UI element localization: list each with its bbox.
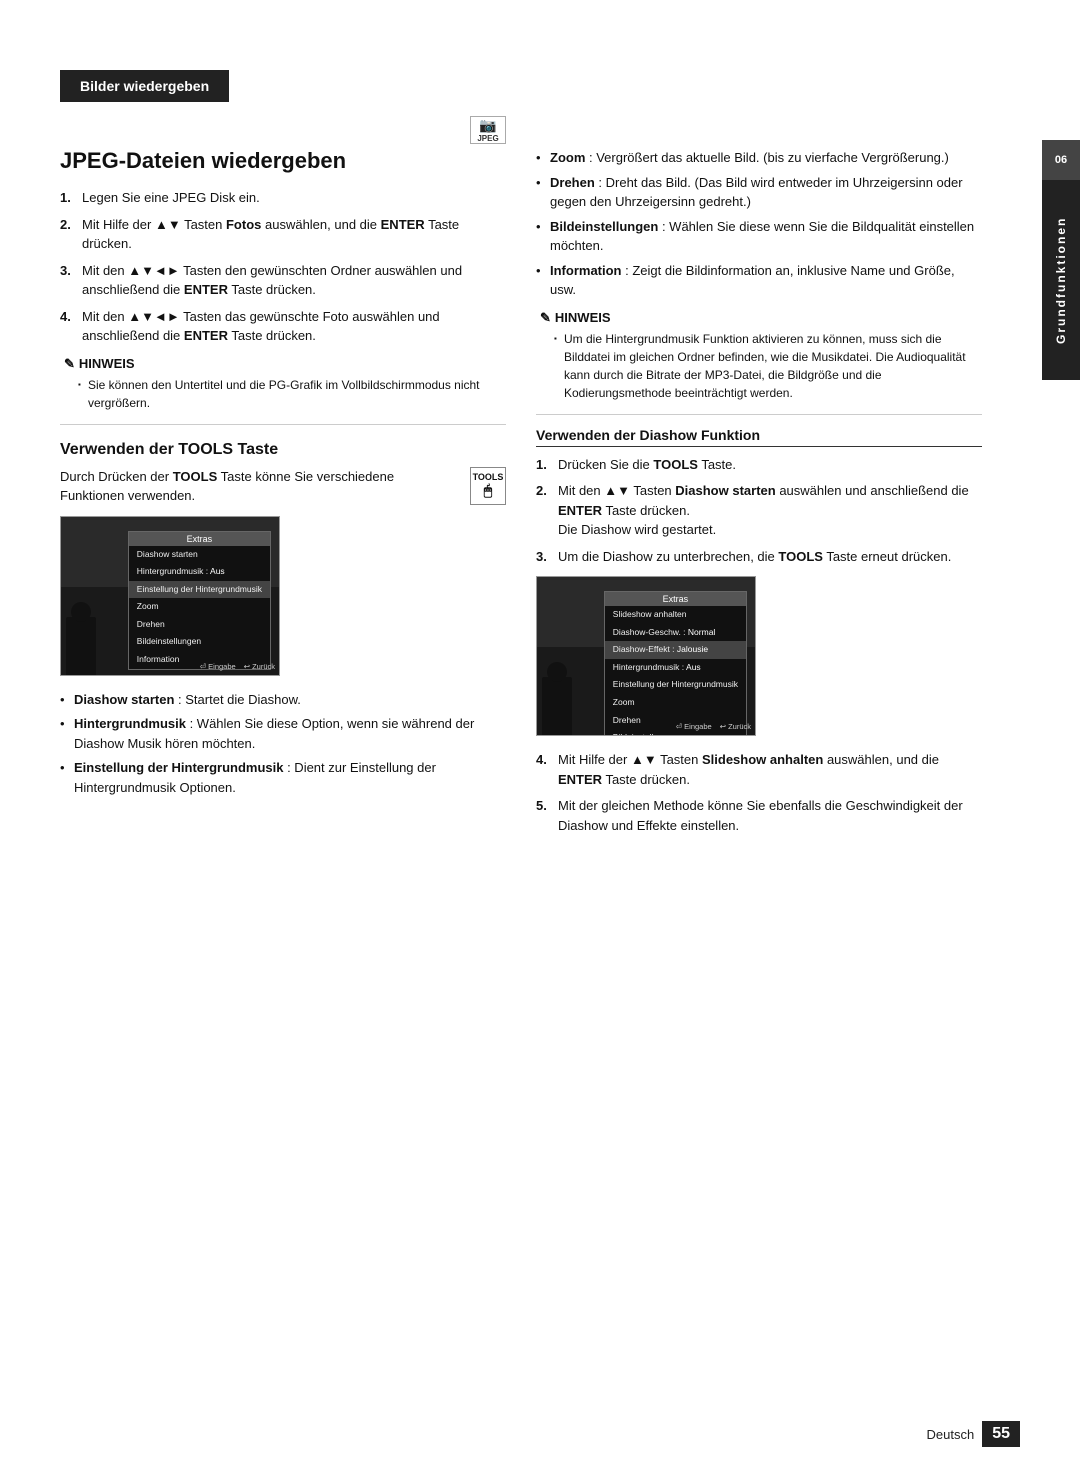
- page-footer: Deutsch 55: [927, 1421, 1021, 1447]
- footer-language: Deutsch: [927, 1427, 975, 1442]
- bullet-einstellung: Einstellung der Hintergrundmusik : Dient…: [60, 758, 506, 797]
- menu-item-diashow-effekt: Diashow-Effekt : Jalousie: [605, 641, 746, 659]
- step-3: 3. Mit den ▲▼◄► Tasten den gewünschten O…: [60, 261, 506, 300]
- menu-item-hintergrund-r: Hintergrundmusik : Aus: [605, 659, 746, 677]
- screenshot-footer-left: ⏎ Eingabe ↩ Zurück: [200, 662, 275, 671]
- step-1: 1. Legen Sie eine JPEG Disk ein.: [60, 188, 506, 208]
- hinweis-box-1: HINWEIS Sie können den Untertitel und di…: [60, 356, 506, 412]
- left-column: Bilder wiedergeben 📷 JPEG JPEG-Dateien w…: [60, 70, 506, 845]
- hinweis-content-right: Um die Hintergrundmusik Funktion aktivie…: [540, 330, 982, 402]
- jpeg-icon: 📷 JPEG: [470, 116, 506, 144]
- section4-steps: 1. Drücken Sie die TOOLS Taste. 2. Mit d…: [536, 455, 982, 567]
- menu-item-drehen: Drehen: [129, 616, 270, 634]
- section2-title: Verwenden der TOOLS Taste: [60, 441, 506, 459]
- bullet-drehen: Drehen : Dreht das Bild. (Das Bild wird …: [536, 173, 982, 212]
- section1-steps: 1. Legen Sie eine JPEG Disk ein. 2. Mit …: [60, 188, 506, 346]
- bullet-hintergrund: Hintergrundmusik : Wählen Sie diese Opti…: [60, 714, 506, 753]
- diashow-step-4: 4. Mit Hilfe der ▲▼ Tasten Slideshow anh…: [536, 750, 982, 789]
- menu-title-left: Extras: [129, 532, 270, 546]
- menu-item-einstellung: Einstellung der Hintergrundmusik: [129, 581, 270, 599]
- section4-title: Verwenden der Diashow Funktion: [536, 427, 982, 447]
- hinweis-item-right-1: Um die Hintergrundmusik Funktion aktivie…: [554, 330, 982, 402]
- hinweis-content-1: Sie können den Untertitel und die PG-Gra…: [64, 376, 506, 412]
- bullet-zoom: Zoom : Vergrößert das aktuelle Bild. (bi…: [536, 148, 982, 168]
- chapter-number: 06: [1042, 140, 1080, 180]
- menu-item-bildeinstellungen: Bildeinstellungen: [129, 633, 270, 651]
- screenshot-image-left: Extras Diashow starten Hintergrundmusik …: [60, 516, 280, 676]
- hinweis-box-right: HINWEIS Um die Hintergrundmusik Funktion…: [536, 310, 982, 402]
- hinweis-title-1: HINWEIS: [64, 356, 506, 372]
- chapter-title: Grundfunktionen: [1054, 216, 1068, 343]
- screenshot-footer-right: ⏎ Eingabe ↩ Zurück: [676, 722, 751, 731]
- diashow-step-1: 1. Drücken Sie die TOOLS Taste.: [536, 455, 982, 475]
- menu-item-zoom: Zoom: [129, 598, 270, 616]
- right-column: Zoom : Vergrößert das aktuelle Bild. (bi…: [536, 70, 982, 845]
- bullet-list-right: Zoom : Vergrößert das aktuelle Bild. (bi…: [536, 148, 982, 300]
- menu-title-right: Extras: [605, 592, 746, 606]
- right-top-bullets: Zoom : Vergrößert das aktuelle Bild. (bi…: [536, 148, 982, 300]
- step-2: 2. Mit Hilfe der ▲▼ Tasten Fotos auswähl…: [60, 215, 506, 254]
- menu-item-diashow-geschw: Diashow-Geschw. : Normal: [605, 624, 746, 642]
- section-header-box: Bilder wiedergeben: [60, 70, 229, 102]
- bullet-diashow: Diashow starten : Startet die Diashow.: [60, 690, 506, 710]
- menu-item-zoom-r: Zoom: [605, 694, 746, 712]
- jpeg-icon-row: 📷 JPEG: [60, 116, 506, 144]
- page-number-box: 55: [982, 1421, 1020, 1447]
- section4-extra-steps: 4. Mit Hilfe der ▲▼ Tasten Slideshow anh…: [536, 750, 982, 835]
- screenshot-right: Extras Slideshow anhalten Diashow-Geschw…: [536, 576, 982, 736]
- hinweis-item-1: Sie können den Untertitel und die PG-Gra…: [78, 376, 506, 412]
- diashow-step-5: 5. Mit der gleichen Methode könne Sie eb…: [536, 796, 982, 835]
- screenshot-menu-right: Extras Slideshow anhalten Diashow-Geschw…: [604, 591, 747, 736]
- tools-intro: Durch Drücken der TOOLS Taste könne Sie …: [60, 467, 506, 506]
- menu-item-slideshow: Slideshow anhalten: [605, 606, 746, 624]
- tools-icon: TOOLS 🖱: [470, 467, 506, 505]
- screenshot-left: Extras Diashow starten Hintergrundmusik …: [60, 516, 506, 676]
- page-number: 55: [992, 1425, 1010, 1442]
- section1-title: JPEG-Dateien wiedergeben: [60, 148, 506, 174]
- bullet-information: Information : Zeigt die Bildinformation …: [536, 261, 982, 300]
- screenshot-menu-left: Extras Diashow starten Hintergrundmusik …: [128, 531, 271, 670]
- step-4: 4. Mit den ▲▼◄► Tasten das gewünschte Fo…: [60, 307, 506, 346]
- chapter-tab: Grundfunktionen: [1042, 180, 1080, 380]
- diashow-step-2: 2. Mit den ▲▼ Tasten Diashow starten aus…: [536, 481, 982, 540]
- diashow-step-3: 3. Um die Diashow zu unterbrechen, die T…: [536, 547, 982, 567]
- bullet-list-left: Diashow starten : Startet die Diashow. H…: [60, 690, 506, 798]
- menu-item-hintergrund: Hintergrundmusik : Aus: [129, 563, 270, 581]
- bullet-bildeinstellungen: Bildeinstellungen : Wählen Sie diese wen…: [536, 217, 982, 256]
- hinweis-title-right: HINWEIS: [540, 310, 982, 326]
- menu-item-einstellung-r: Einstellung der Hintergrundmusik: [605, 676, 746, 694]
- menu-item-diashow: Diashow starten: [129, 546, 270, 564]
- main-content: Bilder wiedergeben 📷 JPEG JPEG-Dateien w…: [0, 40, 1042, 1437]
- screenshot-image-right: Extras Slideshow anhalten Diashow-Geschw…: [536, 576, 756, 736]
